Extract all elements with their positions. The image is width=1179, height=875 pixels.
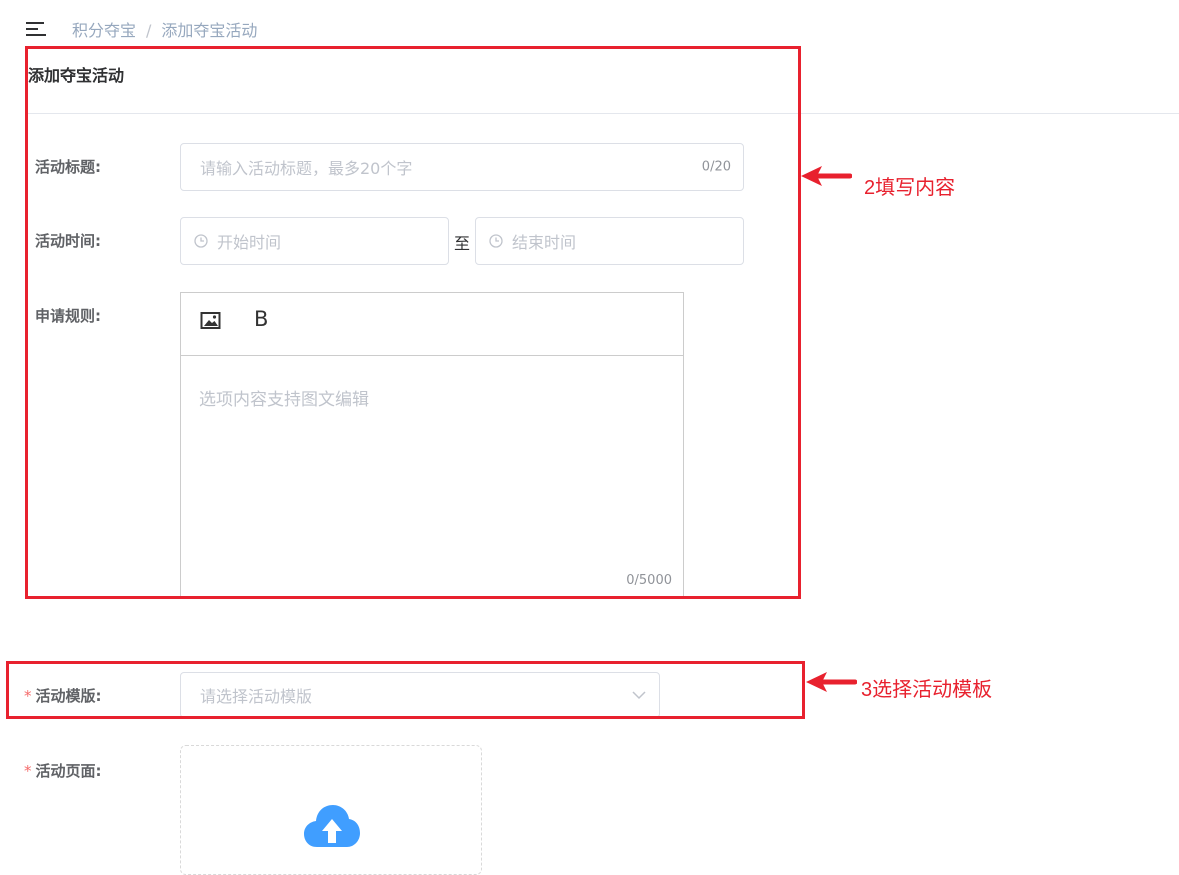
annotation-note-2: 2填写内容 <box>864 177 956 199</box>
annotation-box-select-template <box>6 661 805 719</box>
required-mark: * <box>24 762 32 780</box>
breadcrumb: 积分夺宝 / 添加夺宝活动 <box>72 17 257 41</box>
breadcrumb-separator: / <box>146 21 152 40</box>
page-field-label: * 活动页面: <box>24 760 102 781</box>
cloud-upload-icon <box>304 805 360 847</box>
hamburger-icon[interactable] <box>26 22 46 38</box>
annotation-arrow-icon <box>801 166 852 186</box>
breadcrumb-current: 添加夺宝活动 <box>161 21 258 40</box>
page-upload-area[interactable] <box>180 745 482 875</box>
annotation-box-fill-content <box>25 46 801 599</box>
breadcrumb-parent[interactable]: 积分夺宝 <box>72 21 136 40</box>
annotation-note-3: 3选择活动模板 <box>861 679 993 701</box>
page-label-text: 活动页面: <box>35 762 102 780</box>
annotation-arrow-icon <box>806 672 857 692</box>
